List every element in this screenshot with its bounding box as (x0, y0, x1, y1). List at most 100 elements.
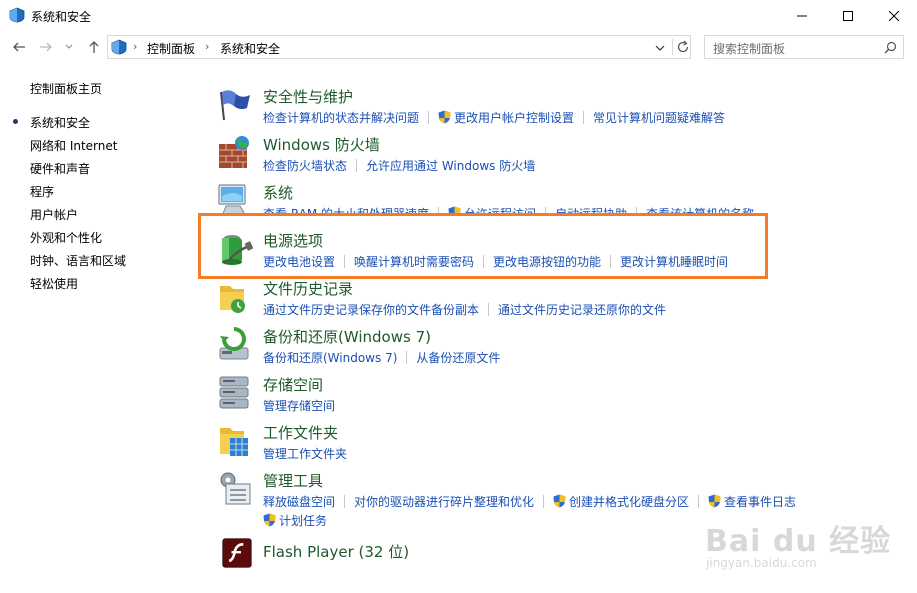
category-title[interactable]: 备份和还原(Windows 7) (263, 326, 431, 347)
link-schedule-tasks[interactable]: 计划任务 (279, 512, 327, 529)
link-sleep-time[interactable]: 更改计算机睡眠时间 (620, 253, 728, 270)
uac-shield-icon (263, 513, 276, 527)
uac-shield-icon (708, 494, 721, 508)
left-nav-user-accounts[interactable]: 用户帐户 (30, 206, 78, 223)
category-links: 释放磁盘空间 对你的驱动器进行碎片整理和优化 创建并格式化硬盘分区 查看事件日志 (263, 493, 796, 510)
breadcrumb-control-panel[interactable]: 控制面板 (147, 40, 195, 57)
link-create-partitions[interactable]: 创建并格式化硬盘分区 (569, 493, 689, 510)
link-disk-cleanup[interactable]: 释放磁盘空间 (263, 493, 335, 510)
category-links-second-row: 计划任务 (263, 512, 327, 529)
link-separator (698, 495, 700, 508)
uac-shield-icon (553, 494, 566, 508)
battery-icon (222, 235, 254, 265)
category-title[interactable]: 文件历史记录 (263, 278, 353, 299)
search-icon[interactable] (884, 41, 897, 54)
close-button[interactable] (871, 0, 917, 31)
search-input[interactable]: 搜索控制面板 (704, 35, 904, 59)
category-backup-restore: 备份和还原(Windows 7) 备份和还原(Windows 7) 从备份还原文件 (216, 326, 906, 366)
category-title[interactable]: Windows 防火墙 (263, 134, 380, 155)
work-folders-icon (220, 428, 248, 456)
category-power-options: 电源选项 更改电池设置 唤醒计算机时需要密码 更改电源按钮的功能 更改计算机睡眠时间 (216, 230, 906, 270)
left-nav-clock-region[interactable]: 时钟、语言和区域 (30, 252, 126, 269)
left-nav-home[interactable]: 控制面板主页 (30, 80, 102, 97)
firewall-icon (219, 136, 249, 168)
category-file-history: 文件历史记录 通过文件历史记录保存你的文件备份副本 通过文件历史记录还原你的文件 (216, 278, 906, 318)
backup-icon (219, 327, 249, 360)
category-title[interactable]: 管理工具 (263, 470, 323, 491)
flag-icon (220, 90, 250, 121)
minimize-button[interactable] (779, 0, 825, 31)
link-separator (543, 495, 545, 508)
link-backup-restore[interactable]: 备份和还原(Windows 7) (263, 349, 397, 366)
category-links: 管理工作文件夹 (263, 445, 347, 462)
admin-tools-icon (220, 472, 251, 505)
link-restore-from-backup[interactable]: 从备份还原文件 (416, 349, 500, 366)
link-separator (406, 351, 408, 364)
category-links: 管理存储空间 (263, 397, 335, 414)
left-nav-appearance[interactable]: 外观和个性化 (30, 229, 102, 246)
storage-icon (219, 376, 249, 409)
link-manage-work-folders[interactable]: 管理工作文件夹 (263, 445, 347, 462)
link-allow-app[interactable]: 允许应用通过 Windows 防火墙 (366, 157, 535, 174)
refresh-icon (677, 40, 689, 53)
category-title[interactable]: Flash Player (32 位) (263, 541, 409, 562)
category-title[interactable]: 存储空间 (263, 374, 323, 395)
breadcrumb-separator-icon: › (133, 40, 138, 53)
link-manage-storage[interactable]: 管理存储空间 (263, 397, 335, 414)
link-troubleshoot[interactable]: 常见计算机问题疑难解答 (593, 109, 725, 126)
refresh-button[interactable] (672, 39, 690, 55)
link-firewall-status[interactable]: 检查防火墙状态 (263, 157, 347, 174)
chevron-down-icon[interactable] (654, 42, 666, 54)
link-separator (344, 495, 346, 508)
category-title[interactable]: 工作文件夹 (263, 422, 338, 443)
link-separator (428, 111, 430, 124)
link-separator (488, 303, 490, 316)
link-separator (356, 159, 358, 172)
category-title[interactable]: 电源选项 (263, 230, 323, 251)
category-storage-spaces: 存储空间 管理存储空间 (216, 374, 906, 414)
search-placeholder: 搜索控制面板 (713, 42, 786, 56)
category-links: 检查计算机的状态并解决问题 更改用户帐户控制设置 常见计算机问题疑难解答 (263, 109, 725, 126)
category-links: 备份和还原(Windows 7) 从备份还原文件 (263, 349, 500, 366)
category-links: 检查防火墙状态 允许应用通过 Windows 防火墙 (263, 157, 535, 174)
minimize-icon (797, 15, 807, 16)
left-nav-programs[interactable]: 程序 (30, 183, 54, 200)
link-separator (344, 255, 346, 268)
link-check-status[interactable]: 检查计算机的状态并解决问题 (263, 109, 419, 126)
close-icon (889, 10, 899, 21)
watermark-text: Bai du 经验 (705, 524, 892, 559)
maximize-icon (843, 10, 853, 21)
left-nav-network[interactable]: 网络和 Internet (30, 137, 117, 154)
category-work-folders: 工作文件夹 管理工作文件夹 (216, 422, 906, 462)
left-nav-hardware[interactable]: 硬件和声音 (30, 160, 90, 177)
chevron-down-icon (65, 44, 73, 49)
uac-shield-icon (438, 110, 451, 124)
breadcrumb-separator-icon: › (205, 40, 210, 53)
category-title[interactable]: 安全性与维护 (263, 86, 353, 107)
navigation-bar: › 控制面板 › 系统和安全 搜索控制面板 (0, 31, 917, 64)
link-defragment[interactable]: 对你的驱动器进行碎片整理和优化 (354, 493, 534, 510)
back-button[interactable] (11, 39, 27, 55)
link-battery-settings[interactable]: 更改电池设置 (263, 253, 335, 270)
left-nav-ease-of-access[interactable]: 轻松使用 (30, 275, 78, 292)
recent-locations-button[interactable] (63, 39, 75, 55)
baidu-jingyan-watermark: Bai du 经验 jingyan.baidu.com (700, 512, 912, 582)
forward-arrow-icon (40, 42, 52, 52)
category-links: 更改电池设置 唤醒计算机时需要密码 更改电源按钮的功能 更改计算机睡眠时间 (263, 253, 728, 270)
breadcrumb-system-security[interactable]: 系统和安全 (220, 40, 280, 57)
link-save-backup[interactable]: 通过文件历史记录保存你的文件备份副本 (263, 301, 479, 318)
maximize-button[interactable] (825, 0, 871, 31)
link-event-logs[interactable]: 查看事件日志 (724, 493, 796, 510)
address-bar[interactable]: › 控制面板 › 系统和安全 (107, 35, 691, 59)
link-separator (483, 255, 485, 268)
category-title[interactable]: 系统 (263, 182, 293, 203)
forward-button[interactable] (38, 39, 54, 55)
link-uac-settings[interactable]: 更改用户帐户控制设置 (454, 109, 574, 126)
link-wake-password[interactable]: 唤醒计算机时需要密码 (354, 253, 474, 270)
category-security-maintenance: 安全性与维护 检查计算机的状态并解决问题 更改用户帐户控制设置 常见计算机问题疑难解… (216, 86, 906, 126)
link-power-button[interactable]: 更改电源按钮的功能 (493, 253, 601, 270)
control-panel-icon (111, 39, 127, 55)
link-restore-files[interactable]: 通过文件历史记录还原你的文件 (498, 301, 666, 318)
up-button[interactable] (86, 39, 102, 55)
left-nav-system-security: 系统和安全 (30, 116, 91, 130)
